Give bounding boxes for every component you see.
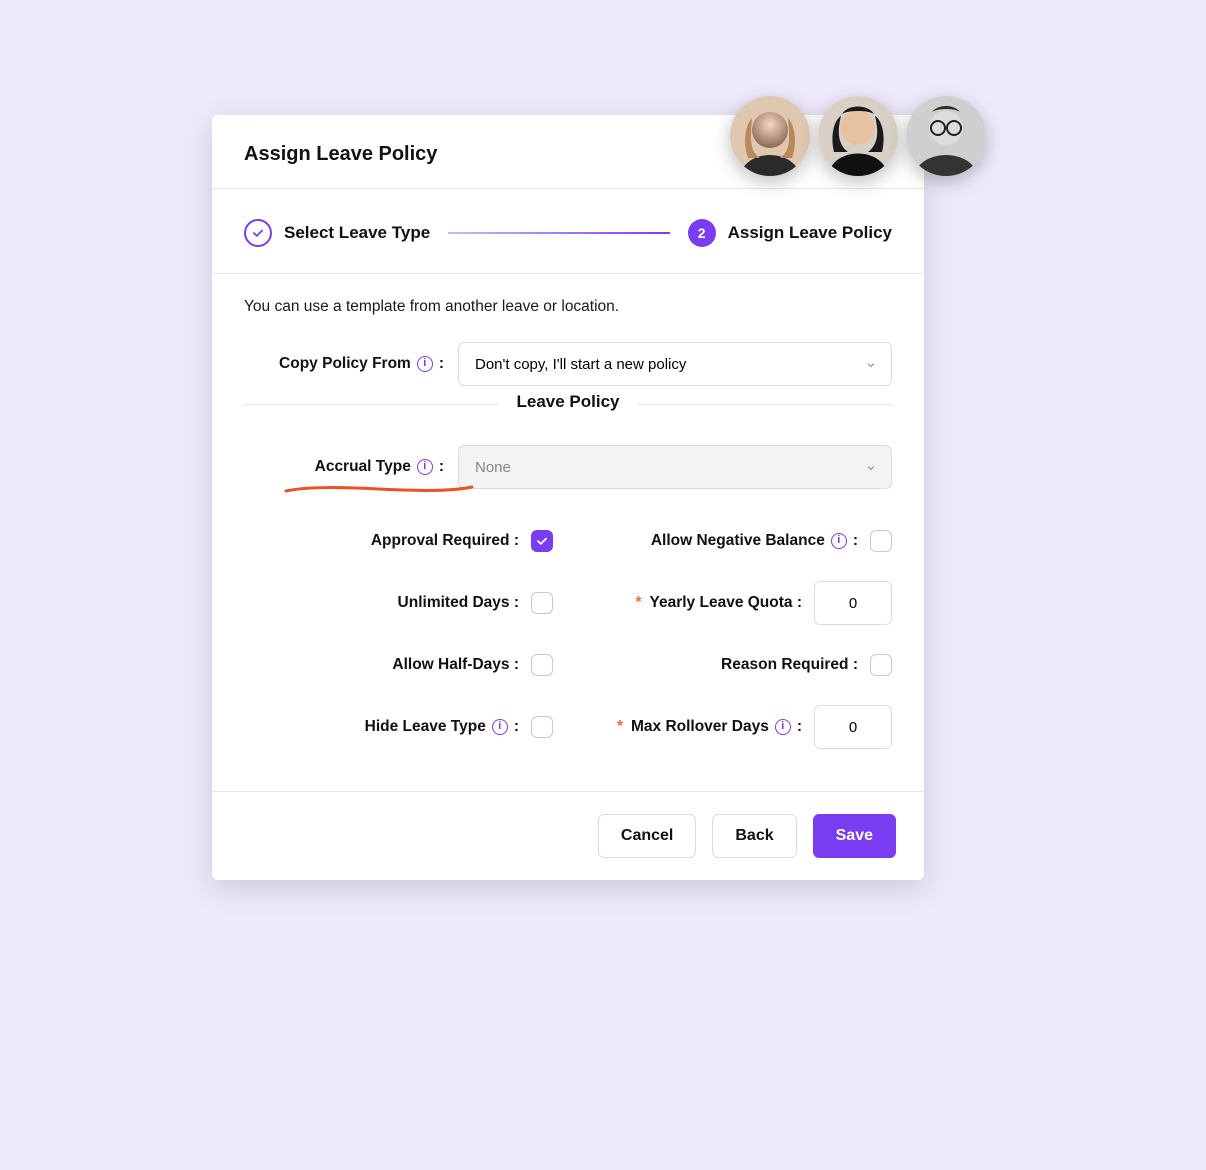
avatar (818, 96, 898, 176)
accrual-type-select[interactable]: None (458, 445, 892, 489)
max-rollover-days-label: * Max Rollover Days i : (617, 718, 802, 736)
unlimited-days-label: Unlimited Days : (398, 594, 519, 612)
cancel-button[interactable]: Cancel (598, 814, 696, 858)
avatar-group (730, 96, 986, 176)
info-icon[interactable]: i (417, 356, 433, 372)
info-icon[interactable]: i (775, 719, 791, 735)
assign-leave-policy-dialog: Assign Leave Policy Select Leave Type 2 … (212, 115, 924, 880)
avatar (730, 96, 810, 176)
allow-half-days-checkbox[interactable] (531, 654, 553, 676)
allow-negative-balance-label: Allow Negative Balance i : (651, 532, 858, 550)
chevron-down-icon (865, 462, 875, 472)
step-indicator: Select Leave Type 2 Assign Leave Policy (212, 189, 924, 274)
hide-leave-type-label: Hide Leave Type i : (365, 718, 519, 736)
step-number-badge: 2 (688, 219, 716, 247)
step-1: Select Leave Type (244, 219, 430, 247)
approval-required-checkbox[interactable] (531, 530, 553, 552)
reason-required-checkbox[interactable] (870, 654, 892, 676)
back-button[interactable]: Back (712, 814, 796, 858)
hide-leave-type-checkbox[interactable] (531, 716, 553, 738)
allow-half-days-label: Allow Half-Days : (392, 656, 519, 674)
step-1-label: Select Leave Type (284, 223, 430, 243)
step-connector (448, 232, 669, 234)
intro-text: You can use a template from another leav… (244, 298, 892, 316)
info-icon[interactable]: i (492, 719, 508, 735)
copy-policy-from-select[interactable]: Don't copy, I'll start a new policy (458, 342, 892, 386)
avatar (906, 96, 986, 176)
check-icon (244, 219, 272, 247)
yearly-leave-quota-label: * Yearly Leave Quota : (635, 594, 802, 612)
step-2-label: Assign Leave Policy (728, 223, 892, 243)
chevron-down-icon (865, 359, 875, 369)
allow-negative-balance-checkbox[interactable] (870, 530, 892, 552)
save-button[interactable]: Save (813, 814, 896, 858)
step-2: 2 Assign Leave Policy (688, 219, 892, 247)
section-title: Leave Policy (498, 392, 637, 412)
info-icon[interactable]: i (417, 459, 433, 475)
approval-required-label: Approval Required : (371, 532, 519, 550)
info-icon[interactable]: i (831, 533, 847, 549)
dialog-footer: Cancel Back Save (212, 791, 924, 880)
max-rollover-days-input[interactable] (814, 705, 892, 749)
unlimited-days-checkbox[interactable] (531, 592, 553, 614)
accrual-type-label: Accrual Type i : (244, 458, 444, 476)
required-asterisk-icon: * (617, 718, 623, 736)
reason-required-label: Reason Required : (721, 656, 858, 674)
yearly-leave-quota-input[interactable] (814, 581, 892, 625)
copy-policy-from-label: Copy Policy From i : (244, 355, 444, 373)
required-asterisk-icon: * (635, 594, 641, 612)
